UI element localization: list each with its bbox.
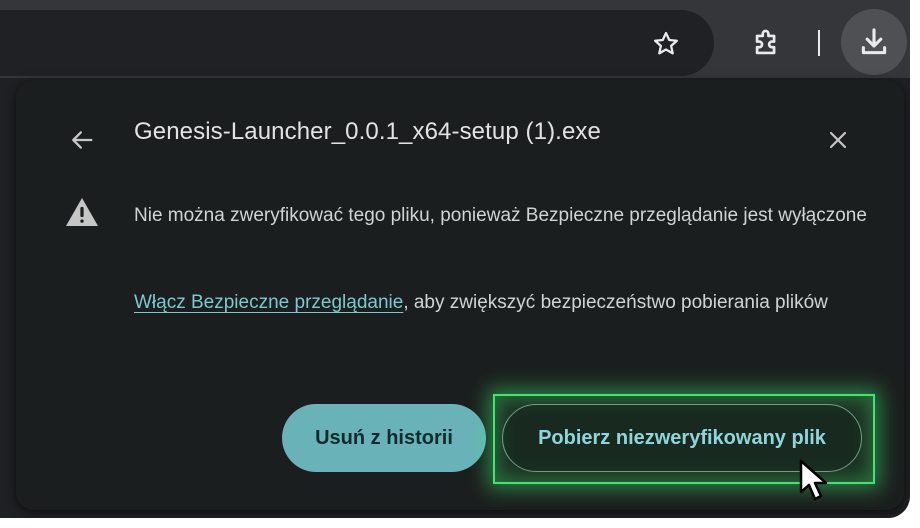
downloads-button[interactable] xyxy=(841,9,907,75)
back-button[interactable] xyxy=(64,122,100,158)
browser-toolbar xyxy=(0,0,910,78)
download-warning-dialog: Genesis-Launcher_0.0.1_x64-setup (1).exe… xyxy=(16,80,904,510)
puzzle-icon xyxy=(755,29,776,55)
bookmark-star-button[interactable] xyxy=(644,22,688,66)
screenshot-frame: Genesis-Launcher_0.0.1_x64-setup (1).exe… xyxy=(0,0,920,528)
mouse-cursor-icon xyxy=(799,459,828,501)
warning-triangle-icon xyxy=(66,198,98,226)
enable-safe-browsing-link[interactable]: Włącz Bezpieczne przeglądanie xyxy=(134,292,403,313)
file-name-title: Genesis-Launcher_0.0.1_x64-setup (1).exe xyxy=(134,118,601,145)
address-bar[interactable] xyxy=(0,10,714,76)
toolbar-divider xyxy=(818,30,820,56)
close-icon xyxy=(829,131,847,149)
safe-browsing-hint: Włącz Bezpieczne przeglądanie, aby zwięk… xyxy=(134,284,874,322)
safe-browsing-hint-suffix: , aby zwiększyć bezpieczeństwo pobierani… xyxy=(403,292,828,313)
arrow-left-icon xyxy=(72,131,93,149)
remove-from-history-button[interactable]: Usuń z historii xyxy=(282,404,486,472)
star-icon xyxy=(654,31,678,55)
download-icon xyxy=(861,28,887,55)
extensions-button[interactable] xyxy=(744,20,790,66)
close-button[interactable] xyxy=(820,122,856,158)
warning-message: Nie można zweryfikować tego pliku, ponie… xyxy=(134,205,867,226)
browser-window: Genesis-Launcher_0.0.1_x64-setup (1).exe… xyxy=(0,0,910,518)
